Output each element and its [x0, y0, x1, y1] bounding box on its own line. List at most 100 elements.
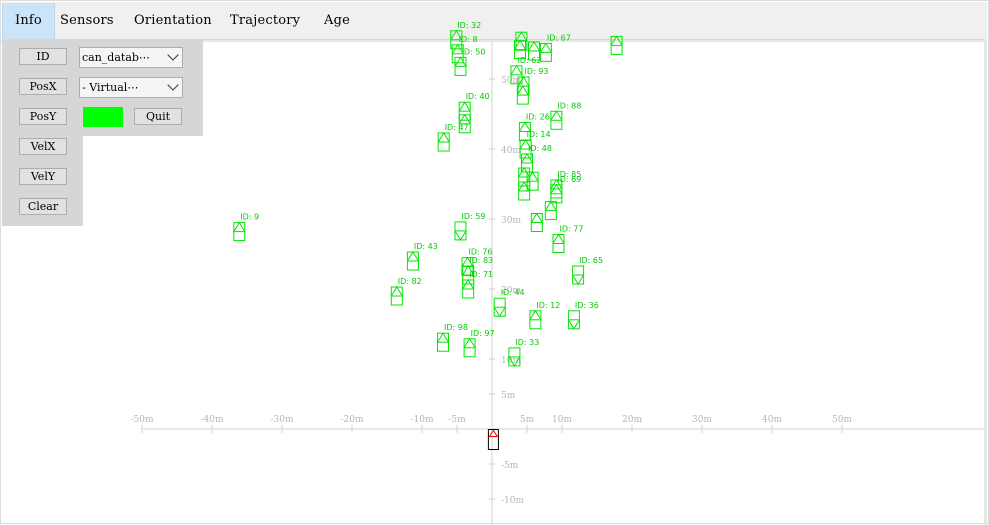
radar-object[interactable]: ID: 12	[529, 301, 560, 330]
x-tick-label: 50m	[832, 415, 852, 425]
object-id-label: ID: 93	[525, 67, 549, 76]
x-tick-label: -40m	[200, 415, 223, 425]
radar-object[interactable]: ID: 77	[552, 225, 584, 253]
x-tick-label: 10m	[552, 415, 572, 425]
y-tick-label: 40m	[501, 146, 521, 156]
arrow-up-icon	[510, 64, 523, 76]
ego-vehicle-box	[487, 429, 499, 450]
x-tick-label: 40m	[762, 415, 782, 425]
arrow-up-icon	[529, 309, 542, 321]
quit-button[interactable]: Quit	[134, 108, 182, 125]
object-id-label: ID: 98	[444, 323, 468, 332]
database-select-value: can_datab⋯	[82, 51, 150, 64]
radar-object[interactable]: ID: 50	[454, 47, 486, 76]
arrow-up-icon	[550, 110, 563, 121]
arrow-down-icon	[493, 306, 506, 318]
radar-object[interactable]: ID: 65	[572, 256, 603, 285]
posx-button[interactable]: PosX	[19, 78, 67, 95]
object-id-label: ID: 88	[557, 101, 581, 110]
arrow-up-icon	[454, 56, 467, 67]
object-id-label: ID: 9	[240, 213, 259, 222]
x-tick-label: 20m	[622, 415, 642, 425]
object-id-label: ID: 44	[501, 288, 525, 297]
radar-object[interactable]	[518, 167, 531, 187]
object-id-label: ID: 47	[445, 123, 469, 132]
radar-object[interactable]: ID: 43	[406, 242, 438, 271]
source-select-value: - Virtual⋯	[82, 81, 139, 94]
database-select[interactable]: can_datab⋯	[79, 47, 183, 68]
radar-object[interactable]: ID: 59	[454, 212, 486, 241]
id-button[interactable]: ID	[19, 48, 67, 65]
radar-object[interactable]	[530, 212, 543, 232]
x-tick-label: 30m	[692, 415, 712, 425]
radar-object[interactable]: ID: 82	[390, 277, 422, 306]
y-tick-label: 30m	[501, 216, 521, 226]
arrow-up-icon	[463, 337, 476, 349]
object-id-label: ID: 85	[557, 170, 581, 179]
object-id-label: ID: 43	[414, 242, 438, 251]
radar-object[interactable]: ID: 93	[517, 67, 549, 96]
x-tick-label: -5m	[448, 415, 466, 425]
object-id-label: ID: 97	[471, 329, 495, 338]
radar-object[interactable]: ID: 44	[493, 288, 525, 318]
radar-object[interactable]: ID: 47	[437, 123, 469, 152]
posy-button[interactable]: PosY	[19, 108, 67, 125]
vely-button[interactable]: VelY	[19, 168, 67, 185]
radar-object[interactable]: ID: 9	[233, 213, 259, 242]
arrow-down-icon	[454, 230, 467, 241]
object-id-label: ID: 71	[469, 270, 493, 279]
scrollbar[interactable]	[984, 39, 987, 525]
x-tick-label: 5m	[520, 415, 535, 425]
radar-object[interactable]	[516, 85, 529, 105]
app-window: Info Sensors Orientation Trajectory Age …	[0, 0, 989, 525]
arrow-down-icon	[572, 274, 585, 285]
arrow-up-icon	[390, 286, 403, 297]
object-id-label: ID: 50	[462, 47, 486, 56]
object-id-label: ID: 33	[515, 338, 539, 347]
color-swatch[interactable]	[83, 107, 123, 127]
object-id-label: ID: 14	[527, 130, 551, 139]
radar-object[interactable]: ID: 36	[567, 301, 599, 330]
y-tick-label: -5m	[501, 461, 519, 471]
object-id-label: ID: 59	[462, 212, 486, 221]
radar-object[interactable]: ID: 88	[550, 101, 581, 130]
object-id-label: ID: 82	[398, 277, 422, 286]
source-select[interactable]: - Virtual⋯	[79, 77, 183, 98]
x-tick-label: -30m	[270, 415, 293, 425]
radar-object[interactable]: ID: 98	[437, 323, 468, 352]
arrow-up-icon	[539, 42, 552, 53]
chevron-down-icon	[167, 49, 179, 61]
y-tick-label: -10m	[501, 496, 524, 506]
arrow-down-icon	[567, 319, 580, 330]
object-id-label: ID: 40	[466, 92, 490, 101]
arrow-up-icon	[515, 31, 528, 42]
x-tick-label: -50m	[130, 415, 153, 425]
object-id-label: ID: 77	[560, 225, 584, 234]
velx-button[interactable]: VelX	[19, 138, 67, 155]
arrow-up-icon	[458, 101, 471, 112]
x-tick-label: -20m	[340, 415, 363, 425]
y-tick-label: 5m	[501, 391, 516, 401]
radar-object[interactable]	[544, 200, 557, 221]
arrow-up-icon	[233, 221, 246, 232]
ego-vehicle	[487, 429, 499, 450]
chevron-down-icon	[167, 79, 179, 91]
arrow-up-icon	[530, 212, 543, 223]
object-id-label: ID: 26	[526, 113, 550, 122]
arrow-up-icon	[516, 85, 529, 96]
x-tick-label: -10m	[410, 415, 433, 425]
radar-object[interactable]: ID: 67	[539, 33, 571, 62]
radar-object[interactable]	[610, 35, 623, 55]
arrow-up-icon	[406, 251, 419, 262]
radar-object[interactable]: ID: 97	[463, 329, 495, 358]
arrow-up-icon	[437, 132, 450, 143]
ego-heading-icon	[488, 429, 499, 437]
object-id-label: ID: 48	[528, 144, 552, 153]
arrow-up-icon	[528, 41, 540, 52]
radar-object[interactable]	[518, 181, 531, 201]
clear-button[interactable]: Clear	[19, 198, 67, 215]
object-id-label: ID: 83	[469, 256, 493, 265]
object-id-label: ID: 67	[547, 33, 571, 42]
object-id-label: ID: 12	[536, 301, 560, 310]
arrow-up-icon	[552, 233, 565, 244]
